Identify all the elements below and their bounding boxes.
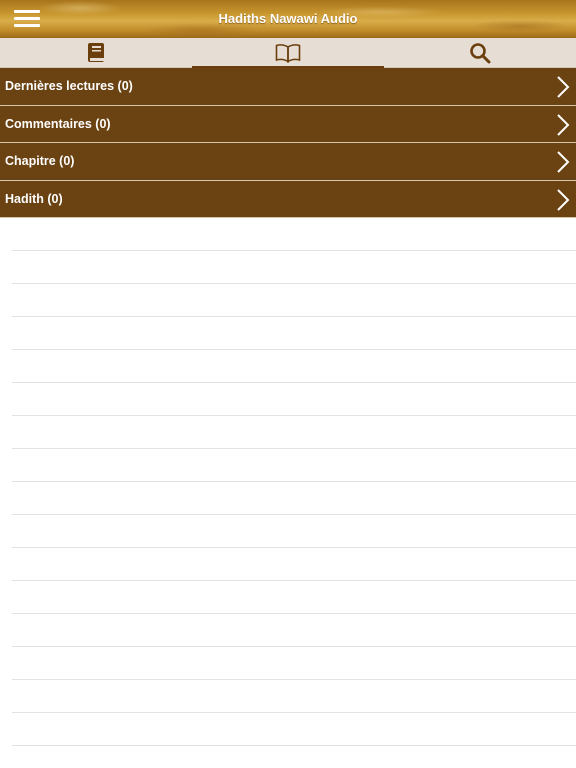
row-separator xyxy=(12,646,576,647)
row-separator xyxy=(12,514,576,515)
menu-item-recent-readings[interactable]: Dernières lectures (0) xyxy=(0,68,576,106)
tab-search[interactable] xyxy=(384,38,576,68)
menu-item-label: Commentaires (0) xyxy=(5,116,111,131)
tab-book[interactable] xyxy=(0,38,192,68)
open-book-icon xyxy=(275,44,301,63)
row-separator xyxy=(12,712,576,713)
chevron-right-icon xyxy=(557,76,570,98)
row-separator xyxy=(12,580,576,581)
row-separator xyxy=(12,745,576,746)
navigation-bar: Hadiths Nawawi Audio xyxy=(0,0,576,38)
row-separator xyxy=(12,448,576,449)
menu-item-chapter[interactable]: Chapitre (0) xyxy=(0,143,576,181)
chevron-right-icon xyxy=(557,188,570,211)
row-separator xyxy=(12,349,576,350)
menu-item-hadith[interactable]: Hadith (0) xyxy=(0,180,576,218)
menu-item-label: Hadith (0) xyxy=(5,191,63,206)
tab-bar xyxy=(0,38,576,69)
book-icon xyxy=(88,43,104,62)
empty-table-area xyxy=(12,218,576,768)
chevron-right-icon xyxy=(557,113,570,136)
chevron-right-icon xyxy=(557,151,570,173)
row-separator xyxy=(12,316,576,317)
tab-open-book[interactable] xyxy=(192,38,384,69)
row-separator xyxy=(12,613,576,614)
row-separator xyxy=(12,382,576,383)
row-separator xyxy=(12,283,576,284)
row-separator xyxy=(12,679,576,680)
menu-item-comments[interactable]: Commentaires (0) xyxy=(0,105,576,143)
row-separator xyxy=(12,481,576,482)
row-separator xyxy=(12,250,576,251)
page-title: Hadiths Nawawi Audio xyxy=(218,11,358,26)
menu-item-label: Chapitre (0) xyxy=(5,154,75,168)
menu-list: Dernières lectures (0) Commentaires (0) … xyxy=(0,68,576,218)
row-separator xyxy=(12,547,576,548)
row-separator xyxy=(12,415,576,416)
search-icon xyxy=(470,43,491,64)
menu-item-label: Dernières lectures (0) xyxy=(5,79,133,93)
